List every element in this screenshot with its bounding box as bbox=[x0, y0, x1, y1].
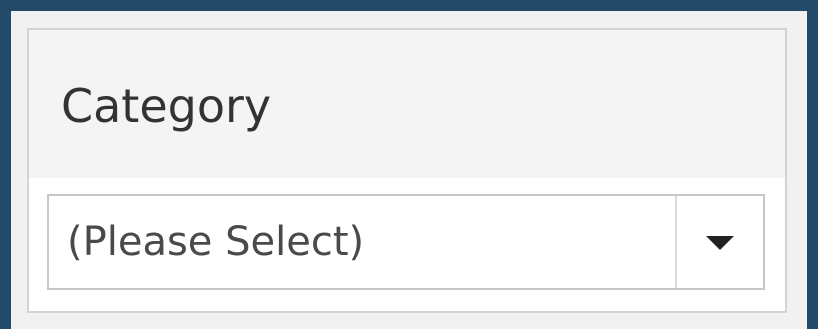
dropdown-toggle-button[interactable] bbox=[677, 196, 763, 288]
triangle-down-icon bbox=[706, 236, 734, 250]
category-dropdown[interactable]: (Please Select) bbox=[47, 194, 765, 290]
filter-title: Category bbox=[61, 79, 272, 133]
dropdown-selected-value: (Please Select) bbox=[67, 219, 365, 265]
filter-container: Category (Please Select) bbox=[11, 11, 807, 329]
category-filter-panel: Category (Please Select) bbox=[27, 28, 787, 313]
panel-header: Category bbox=[29, 30, 785, 178]
